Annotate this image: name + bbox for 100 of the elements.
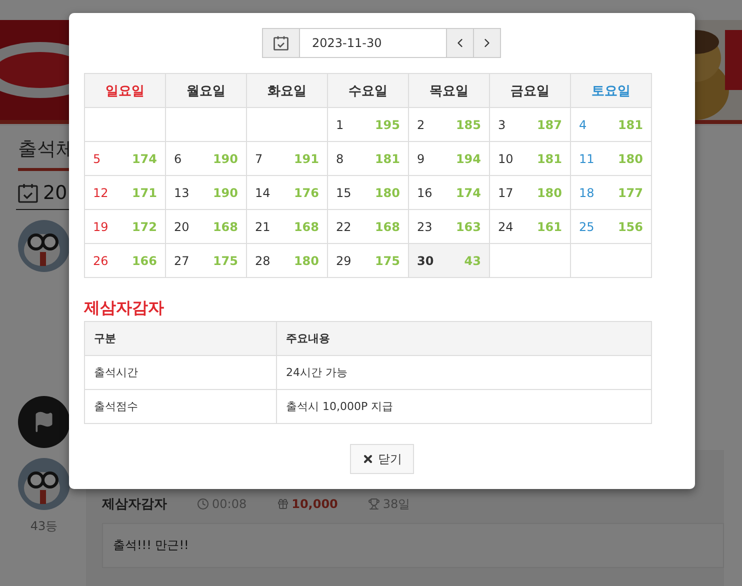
attendance-count: 191 [294,152,319,166]
calendar-day[interactable]: 30 43 [408,244,490,278]
calendar-day[interactable]: 1 195 [328,108,408,142]
calendar-day[interactable]: 3 187 [490,108,570,142]
attendance-count: 43 [464,254,481,268]
close-button[interactable]: 닫기 [350,444,414,474]
day-number: 28 [255,254,270,268]
day-number: 22 [336,220,352,234]
calendar-day[interactable]: 8 181 [328,142,408,176]
attendance-count: 180 [294,254,319,268]
day-number: 18 [579,186,594,200]
points-label: 10,000 [292,497,338,511]
calendar-day[interactable]: 28 180 [246,244,328,278]
day-number: 2 [417,118,425,132]
rank-label: 43등 [30,518,58,535]
calendar-day[interactable]: 26 166 [84,244,166,278]
day-number: 27 [174,254,190,268]
day-number: 16 [417,186,432,200]
day-number: 4 [579,118,587,132]
attendance-count: 172 [132,220,157,234]
table-cell: 출석시간 [84,356,276,390]
attendance-count: 156 [618,220,643,234]
date-heading: 20 [43,182,68,204]
attendance-count: 174 [456,186,481,200]
attendance-count: 174 [132,152,157,166]
weekday-header: 화요일 [246,74,328,108]
calendar-icon [16,181,40,205]
attendance-count: 181 [536,152,562,166]
calendar-day[interactable]: 29 175 [328,244,408,278]
day-number: 17 [498,186,514,200]
calendar-day[interactable]: 7 191 [246,142,328,176]
attendance-count: 194 [456,152,481,166]
calendar-day[interactable]: 20 168 [166,210,246,244]
calendar-day[interactable]: 11 180 [570,142,652,176]
day-number: 5 [93,152,101,166]
calendar-day[interactable]: 23 163 [408,210,490,244]
weekday-header: 수요일 [328,74,408,108]
calendar-day[interactable]: 10 181 [490,142,570,176]
calendar-day[interactable]: 18 177 [570,176,652,210]
calendar-day[interactable]: 24 161 [490,210,570,244]
day-number: 1 [336,118,344,132]
weekday-header: 금요일 [490,74,570,108]
attendance-count: 180 [618,152,643,166]
trophy-icon [368,498,380,510]
calendar-day[interactable]: 12 171 [84,176,166,210]
date-field[interactable]: 2023-11-30 [299,28,447,58]
calendar-day[interactable]: 22 168 [328,210,408,244]
attendance-count: 195 [374,118,400,132]
gift-icon [276,498,289,510]
weekday-header: 월요일 [166,74,246,108]
calendar-day[interactable]: 14 176 [246,176,328,210]
day-number: 8 [336,152,344,166]
table-cell: 출석점수 [84,390,276,424]
calendar-day[interactable]: 17 180 [490,176,570,210]
attendance-count: 190 [212,152,238,166]
attendance-count: 187 [536,118,562,132]
column-header: 구분 [84,322,276,356]
next-button[interactable] [473,28,501,58]
attendance-count: 181 [618,118,643,132]
table-cell: 24시간 가능 [276,356,652,390]
calendar-day[interactable]: 16 174 [408,176,490,210]
attendance-count: 166 [132,254,157,268]
calendar-day[interactable]: 6 190 [166,142,246,176]
attendance-count: 176 [294,186,319,200]
day-number: 7 [255,152,263,166]
day-number: 9 [417,152,425,166]
attendance-count: 171 [132,186,157,200]
attendance-count: 161 [536,220,562,234]
calendar-day[interactable]: 21 168 [246,210,328,244]
attendance-count: 190 [212,186,238,200]
calendar-day[interactable]: 4 181 [570,108,652,142]
calendar-button[interactable] [262,28,300,58]
previous-button[interactable] [446,28,474,58]
day-number: 12 [93,186,108,200]
attendance-count: 177 [618,186,643,200]
day-number: 11 [579,152,594,166]
day-number: 23 [417,220,432,234]
author-name: 제삼자감자 [102,496,167,513]
calendar-day[interactable]: 2 185 [408,108,490,142]
attendance-count: 181 [374,152,400,166]
user-title: 제삼자감자 [84,298,165,319]
calendar-day[interactable]: 5 174 [84,142,166,176]
calendar-day[interactable]: 19 172 [84,210,166,244]
weekday-header: 토요일 [570,74,652,108]
calendar-day[interactable]: 15 180 [328,176,408,210]
attendance-count: 180 [374,186,400,200]
day-number: 15 [336,186,352,200]
calendar-day[interactable]: 9 194 [408,142,490,176]
calendar-day[interactable]: 25 156 [570,210,652,244]
attendance-count: 168 [294,220,319,234]
calendar-day[interactable]: 13 190 [166,176,246,210]
day-number: 6 [174,152,182,166]
day-number: 3 [498,118,506,132]
day-number: 26 [93,254,108,268]
attendance-count: 163 [456,220,481,234]
attendance-count: 180 [536,186,562,200]
attendance-count: 175 [374,254,400,268]
day-number: 13 [174,186,190,200]
attendance-count: 185 [456,118,481,132]
calendar-day[interactable]: 27 175 [166,244,246,278]
